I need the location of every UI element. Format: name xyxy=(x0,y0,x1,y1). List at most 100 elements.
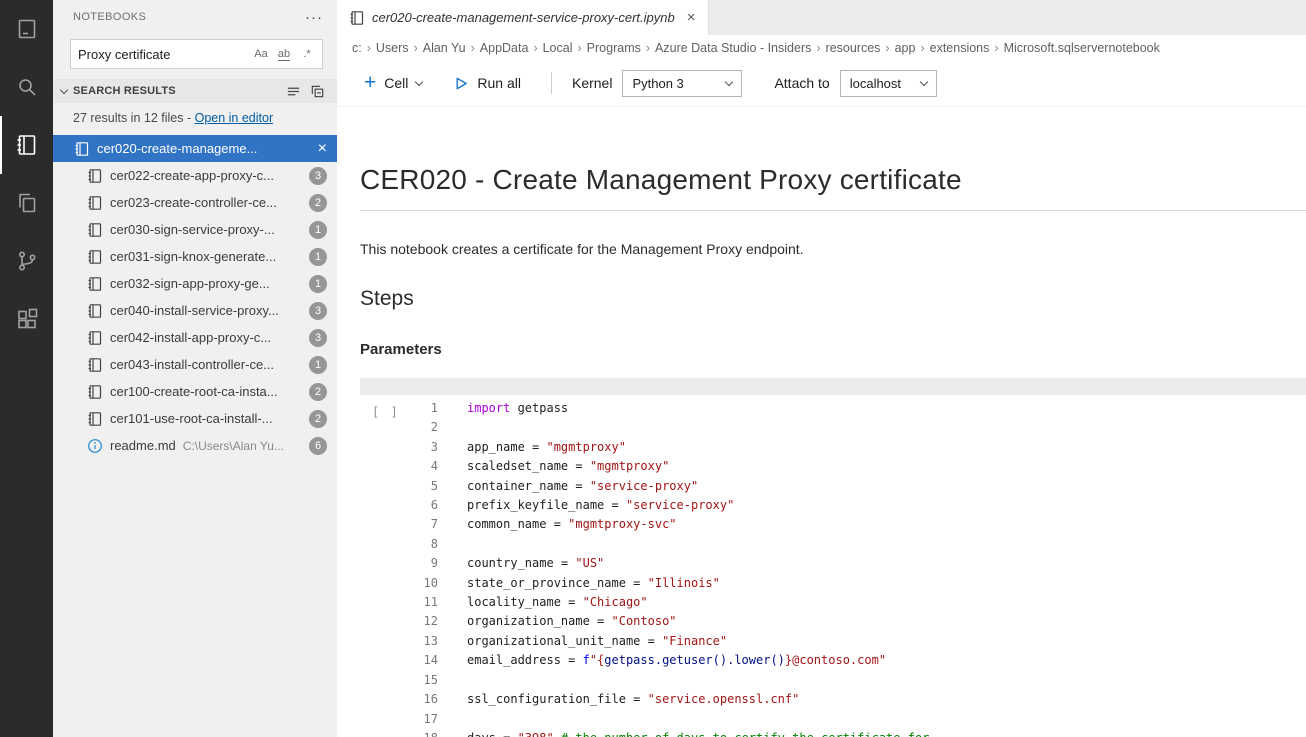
breadcrumb-item[interactable]: Local xyxy=(543,41,573,55)
kernel-dropdown[interactable]: Python 3 xyxy=(622,70,742,97)
line-number[interactable]: 10 xyxy=(360,574,438,593)
notebook-file-icon xyxy=(87,195,103,211)
search-input[interactable] xyxy=(78,47,249,62)
breadcrumb-separator-icon: › xyxy=(816,41,820,55)
code-line[interactable]: 18days = "398" # the number of days to c… xyxy=(360,729,1306,737)
attach-to-dropdown[interactable]: localhost xyxy=(840,70,937,97)
search-results-section-header[interactable]: SEARCH RESULTS xyxy=(53,79,337,103)
breadcrumb-item[interactable]: c: xyxy=(352,41,362,55)
code-line[interactable]: 14email_address = f"{getpass.getuser().l… xyxy=(360,651,1306,670)
close-icon[interactable]: × xyxy=(318,140,327,158)
code-line[interactable]: 8 xyxy=(360,535,1306,554)
sidebar-title: NOTEBOOKS xyxy=(73,11,305,23)
activity-item-extensions[interactable] xyxy=(0,290,53,348)
code-line[interactable]: 4scaledset_name = "mgmtproxy" xyxy=(360,457,1306,476)
search-result-row[interactable]: cer031-sign-knox-generate... 1 xyxy=(53,243,337,270)
add-cell-label: Cell xyxy=(384,75,408,91)
breadcrumb-item[interactable]: resources xyxy=(826,41,881,55)
line-number[interactable]: 16 xyxy=(360,690,438,709)
code-cell[interactable]: [ ] 1import getpass23app_name = "mgmtpro… xyxy=(360,378,1306,737)
line-number[interactable]: 5 xyxy=(360,477,438,496)
chevron-down-icon xyxy=(60,85,68,93)
app-window: NOTEBOOKS ··· Aa ab .* SEARCH RESULTS 2 7… xyxy=(0,0,1306,737)
search-result-row[interactable]: cer030-sign-service-proxy-... 1 xyxy=(53,216,337,243)
search-result-row[interactable]: cer101-use-root-ca-install-... 2 xyxy=(53,405,337,432)
activity-item-source-control[interactable] xyxy=(0,232,53,290)
breadcrumb-item[interactable]: extensions xyxy=(930,41,990,55)
code-line[interactable]: 1import getpass xyxy=(360,399,1306,418)
whole-word-toggle[interactable]: ab xyxy=(273,44,295,64)
match-case-toggle[interactable]: Aa xyxy=(250,44,272,64)
more-actions-icon[interactable]: ··· xyxy=(305,9,323,26)
match-count-badge: 3 xyxy=(309,329,327,347)
search-result-row[interactable]: cer020-create-manageme... × xyxy=(53,135,337,162)
activity-item-explorer[interactable] xyxy=(0,174,53,232)
breadcrumb-item[interactable]: Users xyxy=(376,41,409,55)
line-number[interactable]: 13 xyxy=(360,632,438,651)
search-result-row[interactable]: cer100-create-root-ca-insta... 2 xyxy=(53,378,337,405)
activity-item-notebooks[interactable] xyxy=(0,116,53,174)
breadcrumb-item[interactable]: Programs xyxy=(587,41,641,55)
view-as-list-icon[interactable] xyxy=(286,84,301,99)
search-result-row[interactable]: cer032-sign-app-proxy-ge... 1 xyxy=(53,270,337,297)
code-line[interactable]: 3app_name = "mgmtproxy" xyxy=(360,438,1306,457)
tab-bar: cer020-create-management-service-proxy-c… xyxy=(337,0,1306,35)
code-line[interactable]: 10state_or_province_name = "Illinois" xyxy=(360,574,1306,593)
search-result-row[interactable]: readme.md C:\Users\Alan Yu... 6 xyxy=(53,432,337,459)
line-number[interactable]: 9 xyxy=(360,554,438,573)
add-cell-button[interactable]: + Cell xyxy=(364,74,422,93)
code-line[interactable]: 5container_name = "service-proxy" xyxy=(360,477,1306,496)
code-line[interactable]: 17 xyxy=(360,710,1306,729)
activity-item-search[interactable] xyxy=(0,58,53,116)
line-number[interactable]: 8 xyxy=(360,535,438,554)
source-control-branch-icon xyxy=(15,249,39,273)
code-line[interactable]: 7common_name = "mgmtproxy-svc" xyxy=(360,515,1306,534)
file-name: cer040-install-service-proxy... xyxy=(110,303,279,318)
notebook-file-icon xyxy=(87,303,103,319)
code-line[interactable]: 13organizational_unit_name = "Finance" xyxy=(360,632,1306,651)
breadcrumb-item[interactable]: AppData xyxy=(480,41,529,55)
file-name: cer100-create-root-ca-insta... xyxy=(110,384,278,399)
line-number[interactable]: 7 xyxy=(360,515,438,534)
breadcrumb-separator-icon: › xyxy=(533,41,537,55)
search-result-row[interactable]: cer042-install-app-proxy-c... 3 xyxy=(53,324,337,351)
editor-tab[interactable]: cer020-create-management-service-proxy-c… xyxy=(337,0,709,35)
breadcrumb-item[interactable]: app xyxy=(895,41,916,55)
line-number[interactable]: 17 xyxy=(360,710,438,729)
code-line[interactable]: 16ssl_configuration_file = "service.open… xyxy=(360,690,1306,709)
line-number[interactable]: 11 xyxy=(360,593,438,612)
line-number[interactable]: 12 xyxy=(360,612,438,631)
open-in-editor-link[interactable]: Open in editor xyxy=(195,111,274,125)
code-line[interactable]: 9country_name = "US" xyxy=(360,554,1306,573)
collapse-all-icon[interactable] xyxy=(310,84,325,99)
breadcrumb-item[interactable]: Alan Yu xyxy=(423,41,466,55)
steps-heading: Steps xyxy=(360,287,1306,311)
code-line[interactable]: 11locality_name = "Chicago" xyxy=(360,593,1306,612)
search-result-row[interactable]: cer040-install-service-proxy... 3 xyxy=(53,297,337,324)
breadcrumb-item[interactable]: Azure Data Studio - Insiders xyxy=(655,41,811,55)
run-icon xyxy=(452,75,469,92)
code-line[interactable]: 12organization_name = "Contoso" xyxy=(360,612,1306,631)
run-all-button[interactable]: Run all xyxy=(452,75,521,92)
match-count-badge: 1 xyxy=(309,356,327,374)
regex-toggle[interactable]: .* xyxy=(296,44,318,64)
notebook-file-icon xyxy=(87,357,103,373)
breadcrumb: c:›Users›Alan Yu›AppData›Local›Programs›… xyxy=(337,35,1306,60)
tab-close-icon[interactable]: × xyxy=(687,9,696,26)
search-result-row[interactable]: cer043-install-controller-ce... 1 xyxy=(53,351,337,378)
line-number[interactable]: 4 xyxy=(360,457,438,476)
attach-to-label: Attach to xyxy=(774,75,829,91)
code-line[interactable]: 15 xyxy=(360,671,1306,690)
activity-item-connections[interactable] xyxy=(0,0,53,58)
line-number[interactable]: 3 xyxy=(360,438,438,457)
line-number[interactable]: 6 xyxy=(360,496,438,515)
breadcrumb-item[interactable]: Microsoft.sqlservernotebook xyxy=(1004,41,1160,55)
line-number[interactable]: 14 xyxy=(360,651,438,670)
search-result-row[interactable]: cer022-create-app-proxy-c... 3 xyxy=(53,162,337,189)
code-text: app_name = "mgmtproxy" xyxy=(438,438,626,457)
line-number[interactable]: 18 xyxy=(360,729,438,737)
search-result-row[interactable]: cer023-create-controller-ce... 2 xyxy=(53,189,337,216)
code-line[interactable]: 2 xyxy=(360,418,1306,437)
code-line[interactable]: 6prefix_keyfile_name = "service-proxy" xyxy=(360,496,1306,515)
line-number[interactable]: 15 xyxy=(360,671,438,690)
